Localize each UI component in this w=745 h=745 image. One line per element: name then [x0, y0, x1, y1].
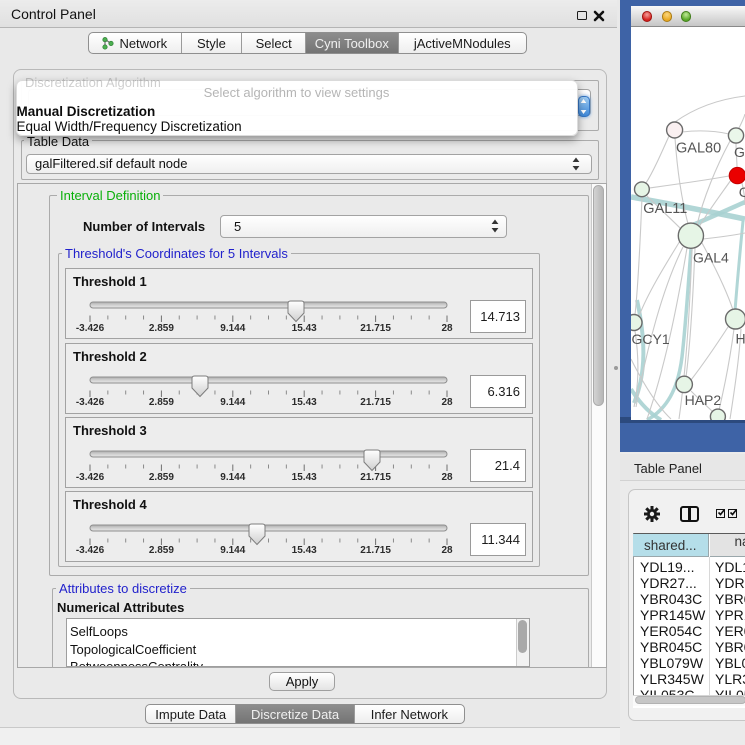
svg-text:HAP2: HAP2 [685, 392, 722, 408]
svg-text:GAL11: GAL11 [643, 201, 687, 217]
svg-text:C: C [739, 184, 745, 200]
svg-text:GAL80: GAL80 [676, 140, 721, 156]
svg-text:GA: GA [734, 144, 745, 160]
svg-text:GAL4: GAL4 [693, 250, 729, 266]
svg-text:GCY1: GCY1 [632, 331, 670, 347]
svg-text:HI: HI [736, 331, 745, 347]
